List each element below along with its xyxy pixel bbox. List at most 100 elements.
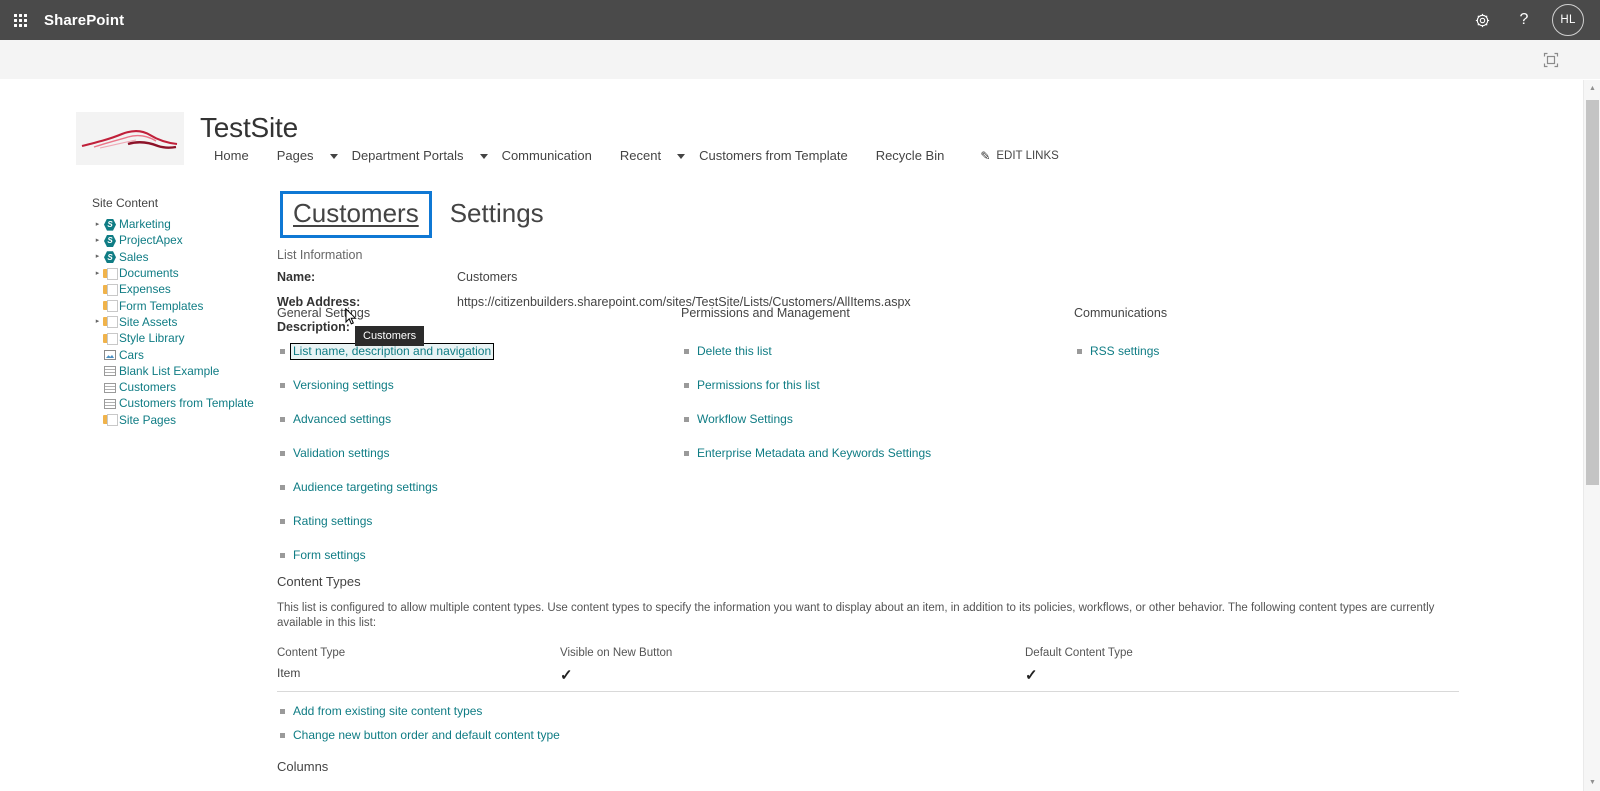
link-row: RSS settings <box>1074 344 1454 359</box>
suite-bar: SharePoint ? HL <box>0 0 1600 40</box>
link-rss-settings[interactable]: RSS settings <box>1090 344 1159 359</box>
scrollbar-thumb[interactable] <box>1586 100 1599 485</box>
link-list-name-description-navigation[interactable]: List name, description and navigation <box>289 343 495 360</box>
sharepoint-site-icon: S <box>103 234 118 247</box>
link-advanced-settings[interactable]: Advanced settings <box>293 412 391 427</box>
link-delete-this-list[interactable]: Delete this list <box>697 344 772 359</box>
link-row: Delete this list <box>681 344 1071 359</box>
edit-links-button[interactable]: ✎ EDIT LINKS <box>958 149 1058 163</box>
sidebar-item-marketing[interactable]: ▸ S Marketing <box>92 216 272 232</box>
sidebar-item-customers[interactable]: ▸ Customers <box>92 379 272 395</box>
table-row: Item ✓ ✓ <box>277 666 1459 692</box>
link-enterprise-metadata-keywords-settings[interactable]: Enterprise Metadata and Keywords Setting… <box>697 446 931 461</box>
chevron-down-icon[interactable] <box>479 154 488 160</box>
expand-arrow-icon[interactable]: ▸ <box>92 237 103 244</box>
focus-on-content-icon[interactable] <box>1540 49 1562 71</box>
content-types-section: Content Types This list is configured to… <box>277 574 1459 774</box>
page-canvas: TestSite Home Pages Department Portals C… <box>0 80 1556 791</box>
bullet-icon <box>684 349 689 354</box>
header-content-type: Content Type <box>277 647 346 659</box>
expand-arrow-icon[interactable]: ▸ <box>92 318 103 325</box>
tab-customers[interactable]: Customers <box>280 191 432 238</box>
help-icon[interactable]: ? <box>1504 0 1544 40</box>
nav-item-customers-from-template[interactable]: Customers from Template <box>685 144 862 167</box>
document-library-icon <box>103 267 118 280</box>
permissions-management-column: Permissions and Management Delete this l… <box>681 306 1071 480</box>
sidebar-item-projectapex[interactable]: ▸ S ProjectApex <box>92 232 272 248</box>
sharepoint-brand-link[interactable]: SharePoint <box>44 12 124 29</box>
sidebar-item-documents[interactable]: ▸ Documents <box>92 265 272 281</box>
avatar[interactable]: HL <box>1552 4 1584 36</box>
link-row: Validation settings <box>277 446 677 461</box>
link-row: Workflow Settings <box>681 412 1071 427</box>
sidebar-item-style-library[interactable]: ▸ Style Library <box>92 330 272 346</box>
site-logo[interactable] <box>76 112 184 165</box>
link-row: Advanced settings <box>277 412 677 427</box>
content-types-heading: Content Types <box>277 574 361 589</box>
general-settings-column: General Settings List name, description … <box>277 306 677 582</box>
chevron-down-icon[interactable] <box>329 154 338 160</box>
header-default-content-type: Default Content Type <box>1025 647 1133 659</box>
link-audience-targeting-settings[interactable]: Audience targeting settings <box>293 480 438 495</box>
cell-content-type: Item <box>277 666 301 680</box>
list-name-row: Name: Customers <box>277 270 1457 287</box>
sidebar-item-expenses[interactable]: ▸ Expenses <box>92 281 272 297</box>
picture-library-icon <box>103 348 118 361</box>
link-row: Change new button order and default cont… <box>277 728 1459 743</box>
expand-arrow-icon[interactable]: ▸ <box>92 270 103 277</box>
link-workflow-settings[interactable]: Workflow Settings <box>697 412 793 427</box>
list-icon <box>103 397 118 410</box>
content-types-links: Add from existing site content types Cha… <box>277 704 1459 743</box>
sidebar-item-sales[interactable]: ▸ S Sales <box>92 249 272 265</box>
sidebar-item-form-templates[interactable]: ▸ Form Templates <box>92 297 272 313</box>
nav-item-recent[interactable]: Recent <box>606 144 686 167</box>
bullet-icon <box>1077 349 1082 354</box>
waffle-icon <box>13 13 27 27</box>
bullet-icon <box>684 383 689 388</box>
sidebar-item-blank-list-example[interactable]: ▸ Blank List Example <box>92 363 272 379</box>
nav-item-department-portals[interactable]: Department Portals <box>338 144 488 167</box>
link-permissions-for-this-list[interactable]: Permissions for this list <box>697 378 820 393</box>
general-settings-heading: General Settings <box>277 306 371 320</box>
tab-settings[interactable]: Settings <box>440 194 554 235</box>
expand-arrow-icon[interactable]: ▸ <box>92 221 103 228</box>
scroll-down-icon[interactable]: ▼ <box>1584 774 1600 791</box>
expand-arrow-icon[interactable]: ▸ <box>92 253 103 260</box>
nav-item-home[interactable]: Home <box>200 144 263 167</box>
edit-links-label: EDIT LINKS <box>996 149 1059 162</box>
site-title: TestSite <box>200 112 298 143</box>
sharepoint-site-icon: S <box>103 218 118 231</box>
chevron-down-icon[interactable] <box>677 154 686 160</box>
page-scrollbar[interactable]: ▲ ▼ <box>1583 80 1600 791</box>
content-types-table: Content Type Visible on New Button Defau… <box>277 647 1459 692</box>
link-change-new-button-order[interactable]: Change new button order and default cont… <box>293 728 560 743</box>
link-add-from-existing-site-content-types[interactable]: Add from existing site content types <box>293 704 482 719</box>
list-icon <box>103 381 118 394</box>
nav-item-pages[interactable]: Pages <box>263 144 338 167</box>
link-form-settings[interactable]: Form settings <box>293 548 366 563</box>
document-library-icon <box>103 299 118 313</box>
suite-bar-actions: ? HL <box>1462 0 1600 40</box>
document-library-icon <box>103 283 118 296</box>
bullet-icon <box>280 451 285 456</box>
sidebar-item-cars[interactable]: ▸ Cars <box>92 346 272 362</box>
app-launcher-button[interactable] <box>0 0 40 40</box>
gear-icon[interactable] <box>1462 0 1502 40</box>
bullet-icon <box>280 709 285 714</box>
sidebar-item-site-assets[interactable]: ▸ Site Assets <box>92 314 272 330</box>
bullet-icon <box>280 349 285 354</box>
link-row: Add from existing site content types <box>277 704 1459 719</box>
bullet-icon <box>280 485 285 490</box>
columns-section-heading: Columns <box>277 759 329 774</box>
quick-launch-nav: Site Content ▸ S Marketing ▸ S ProjectAp… <box>92 196 272 428</box>
nav-item-communication[interactable]: Communication <box>488 144 606 167</box>
link-rating-settings[interactable]: Rating settings <box>293 514 372 529</box>
link-row: Audience targeting settings <box>277 480 677 495</box>
link-versioning-settings[interactable]: Versioning settings <box>293 378 394 393</box>
nav-item-recycle-bin[interactable]: Recycle Bin <box>862 144 959 167</box>
link-validation-settings[interactable]: Validation settings <box>293 446 390 461</box>
sidebar-item-site-pages[interactable]: ▸ Site Pages <box>92 412 272 428</box>
scroll-up-icon[interactable]: ▲ <box>1584 80 1600 97</box>
sidebar-item-customers-from-template[interactable]: ▸ Customers from Template <box>92 395 272 411</box>
bullet-icon <box>280 383 285 388</box>
